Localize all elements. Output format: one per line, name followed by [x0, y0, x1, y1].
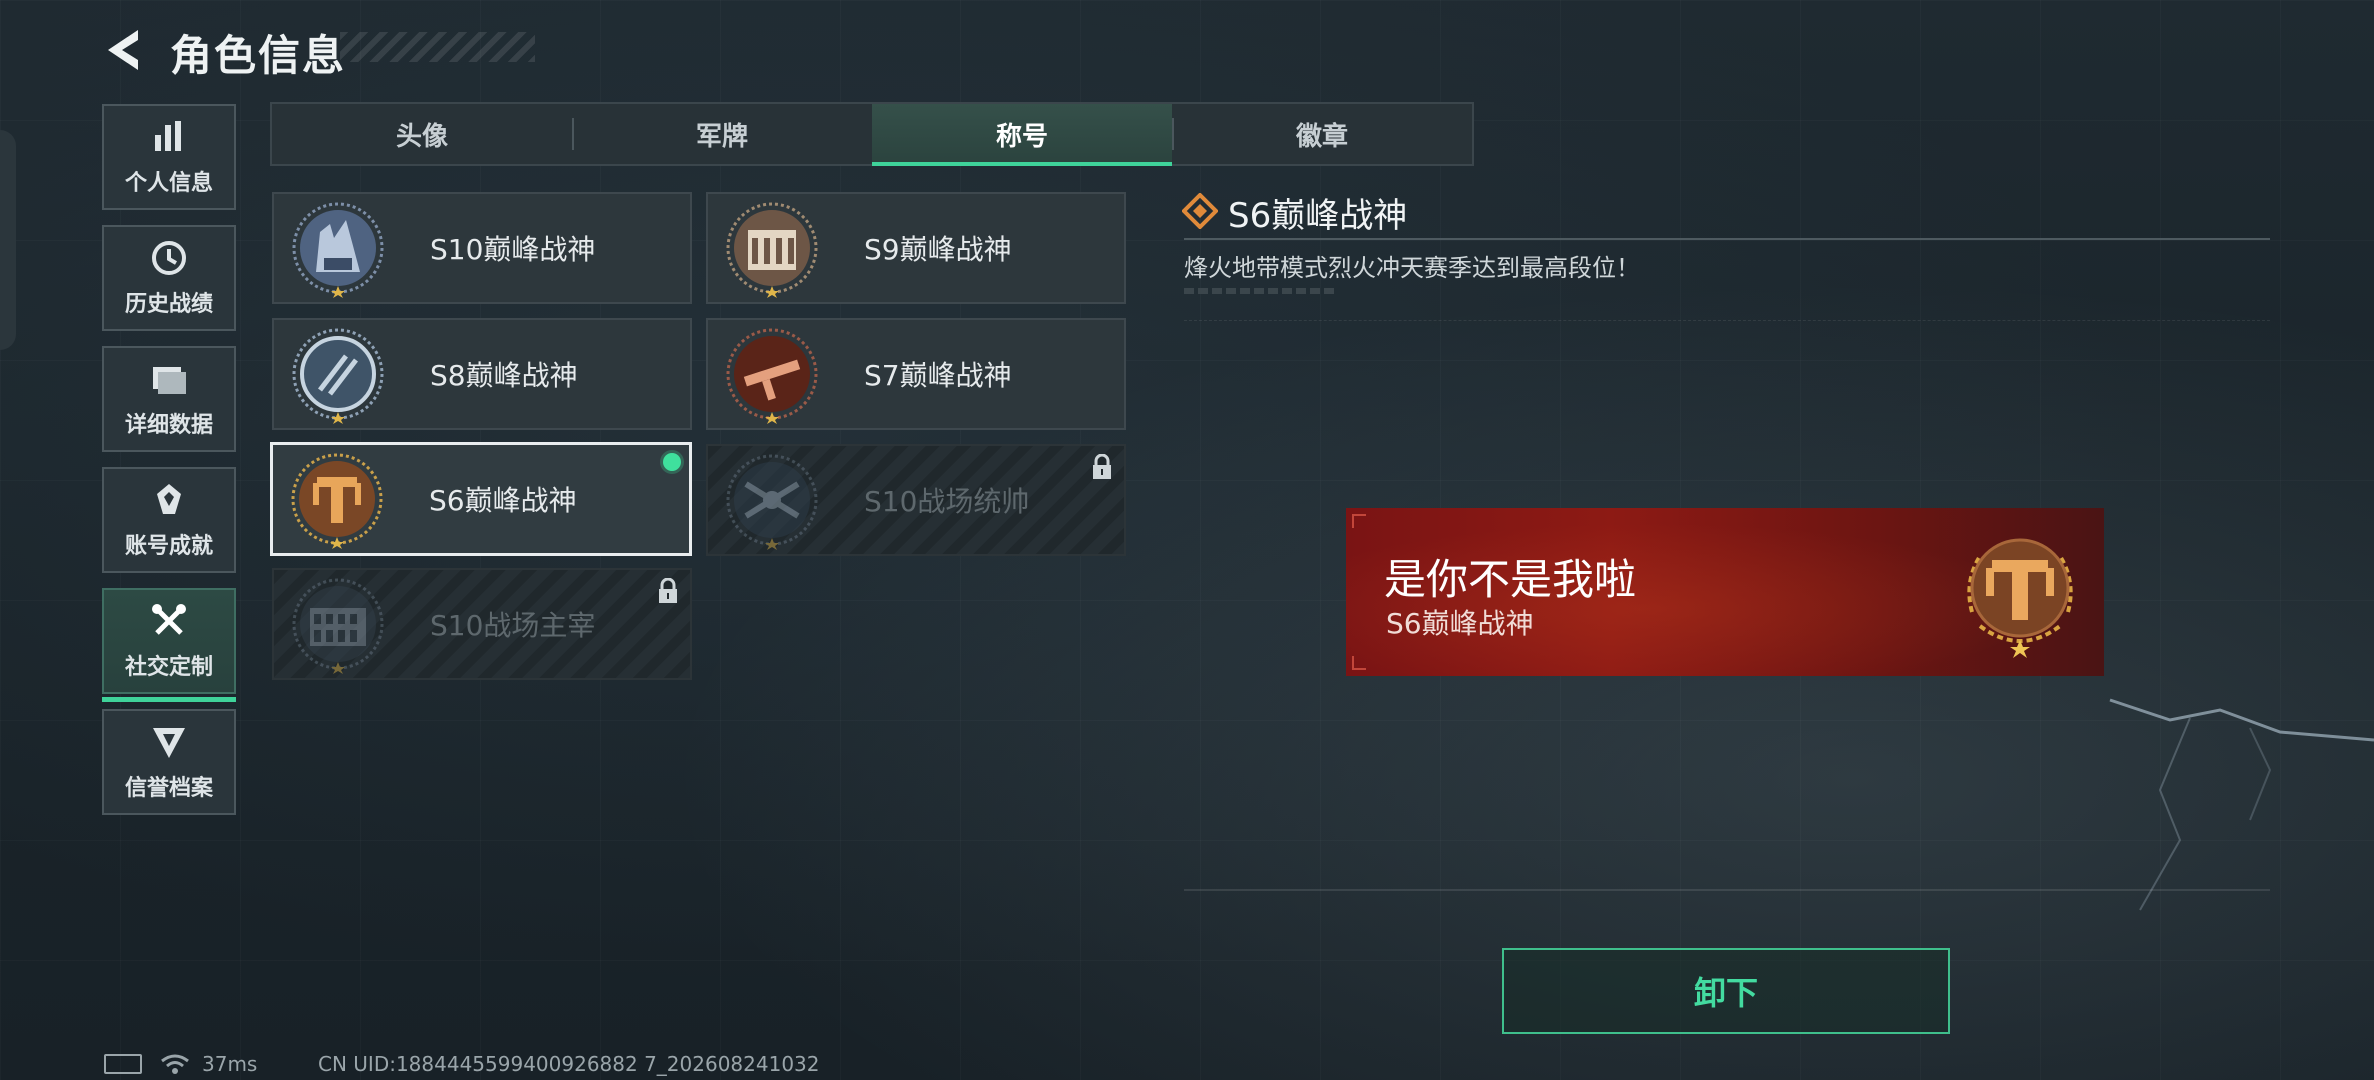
lock-icon: [1093, 454, 1111, 479]
page-title: 角色信息: [170, 31, 347, 80]
banner-corner: [1352, 514, 1366, 528]
sidebar-item-label: 历史战绩: [124, 292, 213, 317]
status-bar: 37ms: [104, 1052, 257, 1076]
sidebar-item-label: 账号成就: [124, 534, 213, 559]
title-banner-preview: 是你不是我啦 S6巅峰战神: [1346, 508, 2104, 676]
sidebar-item-label: 信誉档案: [124, 776, 213, 801]
ping-text: 37ms: [202, 1052, 258, 1076]
title-name: S6巅峰战神: [429, 484, 577, 517]
t-emblem-icon: [1967, 538, 2073, 658]
battery-icon: [104, 1054, 142, 1074]
back-button[interactable]: [100, 24, 152, 76]
banner-player-name: 是你不是我啦: [1384, 555, 1637, 604]
detail-description: 烽火地带模式烈火冲天赛季达到最高段位！: [1184, 254, 1640, 282]
title-name: S10战场主宰: [430, 609, 596, 642]
tab-badge[interactable]: 徽章: [1172, 104, 1472, 164]
tab-title[interactable]: 称号: [872, 104, 1172, 166]
sidebar-item-details[interactable]: 详细数据: [102, 346, 236, 452]
banner-corner: [1352, 656, 1366, 670]
title-diamond-icon: [1182, 193, 1218, 229]
tab-dogtag[interactable]: 军牌: [572, 104, 872, 164]
tab-avatar[interactable]: 头像: [272, 104, 572, 164]
gun-emblem-icon: [726, 328, 818, 424]
title-name: S10战场统帅: [864, 485, 1030, 518]
sidebar-item-label: 个人信息: [124, 171, 213, 196]
title-name: S7巅峰战神: [864, 359, 1012, 392]
title-card-locked[interactable]: S10战场统帅: [706, 444, 1126, 556]
sidebar-item-reputation[interactable]: 信誉档案: [102, 709, 236, 815]
stripes-emblem-icon: [292, 328, 384, 424]
sidebar-item-label: 社交定制: [124, 655, 213, 680]
facade-emblem-icon: [726, 202, 818, 298]
uid-text: CN UID:1884445599400926882 7_20260824103…: [318, 1052, 820, 1076]
title-name: S9巅峰战神: [864, 233, 1012, 266]
title-card[interactable]: S9巅峰战神: [706, 192, 1126, 304]
sidebar-item-achievements[interactable]: 账号成就: [102, 467, 236, 573]
sidebar-item-label: 详细数据: [124, 413, 213, 438]
background-lightning: [2109, 698, 2374, 911]
drone-emblem-icon: [726, 454, 818, 550]
tools-icon: [152, 604, 186, 635]
divider: [1184, 238, 2270, 240]
bar-chart-icon: [155, 121, 181, 151]
wifi-icon: [161, 1054, 189, 1074]
title-card-selected[interactable]: S6巅峰战神: [270, 442, 692, 556]
sidebar-item-profile[interactable]: 个人信息: [102, 104, 236, 210]
sidebar-item-history[interactable]: 历史战绩: [102, 225, 236, 331]
equipped-indicator: [663, 453, 681, 471]
banner-title: S6巅峰战神: [1386, 607, 1534, 640]
sidebar-item-social-custom[interactable]: 社交定制: [102, 588, 236, 702]
title-name: S10巅峰战神: [430, 233, 596, 266]
building-emblem-icon: [292, 202, 384, 298]
t-emblem-icon: [291, 453, 383, 549]
colosseum-emblem-icon: [292, 578, 384, 674]
title-card[interactable]: S7巅峰战神: [706, 318, 1126, 430]
back-arrow-icon: [108, 30, 138, 70]
history-clock-icon: [152, 241, 186, 275]
edge-handle[interactable]: [0, 130, 16, 350]
title-card-locked[interactable]: S10战场主宰: [272, 568, 692, 680]
lock-icon: [659, 578, 677, 603]
decorative-bar: [1184, 288, 1334, 294]
detail-title: S6巅峰战神: [1228, 196, 1408, 236]
unequip-button[interactable]: 卸下: [1502, 948, 1950, 1034]
title-decoration: [340, 32, 535, 62]
title-card[interactable]: S8巅峰战神: [272, 318, 692, 430]
title-card[interactable]: S10巅峰战神: [272, 192, 692, 304]
tab-bar: 头像 军牌 称号 徽章: [270, 102, 1474, 166]
folder-icon: [153, 367, 186, 394]
title-name: S8巅峰战神: [430, 359, 578, 392]
shield-badge-icon: [153, 728, 185, 758]
achievement-medal-icon: [157, 484, 181, 514]
